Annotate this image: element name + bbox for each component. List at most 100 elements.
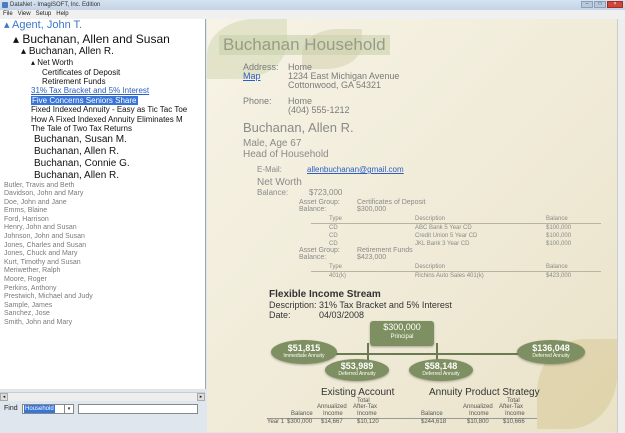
table-header-cell: Description (415, 264, 446, 270)
table-header: Type Description Balance (311, 215, 601, 224)
client-item[interactable]: Jones, Chuck and Mary (0, 250, 205, 259)
tree-asset-retirement[interactable]: Retirement Funds (0, 77, 205, 86)
table-header-cell: Balance (546, 264, 568, 270)
tree-agent[interactable]: ▴ Agent, John T. (0, 19, 205, 32)
maximize-button[interactable]: □ (594, 1, 606, 8)
client-item[interactable]: Butler, Travis and Beth (0, 182, 205, 191)
table-row-cell: CD (329, 225, 338, 231)
menu-help[interactable]: Help (56, 10, 68, 19)
address-line2: Cottonwood, GA 54321 (288, 80, 382, 90)
table-header-cell: Type (329, 264, 343, 270)
window-controls: – □ × (581, 1, 623, 8)
col-income: Income (357, 411, 377, 417)
table-row: CD ABC Bank 5 Year CD $100,000 (311, 224, 601, 232)
chevron-down-icon[interactable]: ▾ (64, 405, 73, 413)
client-item[interactable]: Prestwich, Michael and Judy (0, 293, 205, 302)
menu-view[interactable]: View (18, 10, 31, 19)
deferred-annuity-node: $53,989 Deferred Annuity (325, 359, 389, 381)
asset-group-row: Asset Group: Certificates of Deposit (299, 199, 426, 206)
table-row-cell: 401(k) (329, 273, 347, 279)
client-item[interactable]: Sanchez, Jose (0, 310, 205, 319)
client-item[interactable]: Ford, Harrison (0, 216, 205, 225)
table-row: CD Credit Union 5 Year CD $100,000 (311, 232, 601, 240)
col-income: Income (505, 411, 525, 417)
col-balance: Balance (291, 411, 313, 417)
deferred-annuity-node: $58,148 Deferred Annuity (409, 359, 473, 381)
cell: $244,618 (421, 419, 447, 425)
email-link[interactable]: allenbuchanan@gmail.com (307, 165, 404, 174)
tree-member[interactable]: Buchanan, Susan M. (0, 134, 205, 146)
tree-horizontal-scrollbar[interactable]: ◂ ▸ (0, 392, 205, 401)
principal-box: $300,000 Principal (370, 321, 434, 346)
strategy-heading: Annuity Product Strategy (429, 387, 540, 398)
menu-setup[interactable]: Setup (36, 10, 52, 19)
fis-title: Flexible Income Stream (269, 289, 381, 300)
client-item[interactable]: Emms, Blaine (0, 207, 205, 216)
existing-account-heading: Existing Account (321, 387, 395, 398)
menu-file[interactable]: File (3, 10, 13, 19)
find-input[interactable] (78, 404, 198, 414)
tree-doc[interactable]: The Tale of Two Tax Returns (0, 124, 205, 134)
table-row-cell: Richins Auto Sales 401(k) (415, 273, 484, 279)
person-line2: Head of Household (243, 149, 329, 160)
table-header-cell: Description (415, 216, 446, 222)
phone-label: Phone: (243, 96, 272, 106)
deferred-annuity-node: $136,048 Deferred Annuity (517, 340, 585, 364)
document-vertical-scrollbar[interactable] (617, 19, 625, 433)
tree-member-open[interactable]: ▴ Buchanan, Allen R. (0, 46, 205, 58)
window-title: DataNet - ImagiSOFT, Inc. Edition (10, 2, 101, 8)
scroll-right-icon[interactable]: ▸ (197, 393, 205, 401)
tree-member[interactable]: Buchanan, Connie G. (0, 158, 205, 170)
client-item[interactable]: Jones, Charles and Susan (0, 242, 205, 251)
email-row: E-Mail: allenbuchanan@gmail.com (257, 165, 404, 174)
col-annualized: Annualized (317, 404, 347, 410)
find-scope-select[interactable]: Household ▾ (22, 404, 74, 414)
find-bar: Find Household ▾ (0, 402, 205, 416)
cell: $10,666 (503, 419, 525, 425)
table-row-cell: Credit Union 5 Year CD (415, 233, 478, 239)
col-income: Income (323, 411, 343, 417)
client-item[interactable]: Sample, James (0, 302, 205, 311)
col-annualized: Annualized (463, 404, 493, 410)
table-row-cell: $100,000 (546, 241, 572, 247)
table-row: 401(k) Richins Auto Sales 401(k) $423,000 (311, 272, 601, 280)
scroll-left-icon[interactable]: ◂ (0, 393, 8, 401)
tree-family[interactable]: ▴ Buchanan, Allen and Susan (0, 32, 205, 46)
cell: $14,667 (321, 419, 343, 425)
client-item[interactable]: Perkins, Anthony (0, 285, 205, 294)
asset-group-balance: Balance: $423,000 (299, 254, 387, 261)
client-item[interactable]: Davidson, John and Mary (0, 190, 205, 199)
tree-member[interactable]: Buchanan, Allen R. (0, 170, 205, 182)
tree-doc[interactable]: Fixed Indexed Annuity - Easy as Tic Tac … (0, 105, 205, 115)
asset-group-row: Asset Group: Retirement Funds (299, 247, 413, 254)
table-header-cell: Type (329, 216, 343, 222)
client-item[interactable]: Johnson, John and Susan (0, 233, 205, 242)
fis-date-row: Date: 04/03/2008 (269, 310, 365, 320)
col-aftertax: After-Tax (499, 404, 524, 410)
client-tree: ▴ Agent, John T. ▴ Buchanan, Allen and S… (0, 19, 206, 389)
cell: $10,800 (467, 419, 489, 425)
asset-group-balance: Balance: $300,000 (299, 206, 387, 213)
table-row-cell: $100,000 (546, 233, 572, 239)
tree-doc[interactable]: How A Fixed Indexed Annuity Eliminates M (0, 115, 205, 125)
table-row-cell: ABC Bank 5 Year CD (415, 225, 472, 231)
find-label: Find (4, 405, 18, 412)
tree-net-worth[interactable]: ▴ Net Worth (0, 58, 205, 68)
client-item[interactable]: Meriwether, Ralph (0, 267, 205, 276)
client-item[interactable]: Doe, John and Jane (0, 199, 205, 208)
client-item[interactable]: Henry, John and Susan (0, 224, 205, 233)
tree-doc[interactable]: 31% Tax Bracket and 5% Interest (0, 86, 205, 96)
client-item[interactable]: Moore, Roger (0, 276, 205, 285)
tree-asset-cds[interactable]: Certificates of Deposit (0, 68, 205, 77)
networth-title: Net Worth (257, 177, 302, 188)
close-button[interactable]: × (607, 1, 623, 8)
cell: $300,000 (287, 419, 313, 425)
client-item[interactable]: Smith, John and Mary (0, 319, 205, 328)
map-link[interactable]: Map (243, 71, 261, 81)
tree-member[interactable]: Buchanan, Allen R. (0, 146, 205, 158)
tree-doc-selected[interactable]: Five Concerns Seniors Share (0, 95, 205, 105)
asset-table: Type Description Balance 401(k) Richins Auto… (311, 263, 601, 280)
client-item[interactable]: Kurt, Timothy and Susan (0, 259, 205, 268)
minimize-button[interactable]: – (581, 1, 593, 8)
phone-number: (404) 555-1212 (288, 105, 350, 115)
